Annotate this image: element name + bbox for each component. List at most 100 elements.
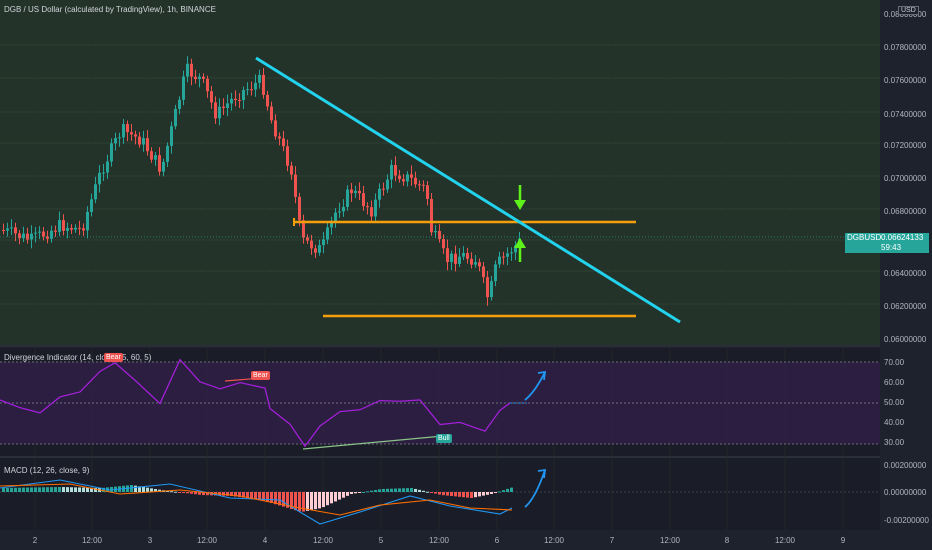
candle-body <box>150 151 153 160</box>
macd-histogram-bar <box>462 492 465 498</box>
candle-body <box>258 74 261 83</box>
candle-body <box>14 227 17 234</box>
chart-title: DGB / US Dollar (calculated by TradingVi… <box>4 5 216 14</box>
macd-histogram-bar <box>310 492 313 510</box>
candle-body <box>114 138 117 144</box>
candle-body <box>54 230 57 232</box>
candle-body <box>314 248 317 253</box>
candle-body <box>82 228 85 231</box>
time-tick: 9 <box>840 536 846 545</box>
time-tick: 5 <box>378 536 384 545</box>
candle-body <box>78 227 81 229</box>
time-tick: 2 <box>32 536 38 545</box>
macd-histogram-bar <box>254 492 257 500</box>
candle-body <box>234 98 237 101</box>
candle-body <box>42 231 45 237</box>
candle-body <box>202 76 205 79</box>
macd-histogram-bar <box>510 487 513 492</box>
price-tag-countdown: 59:43 <box>881 243 902 252</box>
macd-histogram-bar <box>454 492 457 497</box>
price-tick: 0.07400000 <box>884 110 927 119</box>
time-tick: 12:00 <box>774 536 796 545</box>
macd-line <box>0 479 513 525</box>
macd-histogram-bar <box>482 492 485 496</box>
candle-body <box>434 231 437 233</box>
candle-body <box>398 175 401 180</box>
candle-body <box>58 220 61 232</box>
candle-body <box>338 211 341 213</box>
candle-body <box>122 124 125 138</box>
macd-histogram-bar <box>474 492 477 498</box>
macd-histogram-bar <box>142 487 145 492</box>
macd-histogram-bar <box>2 487 5 492</box>
candle-body <box>230 98 233 104</box>
candle-body <box>394 164 397 176</box>
candle-body <box>270 106 273 121</box>
macd-tick: 0.00000000 <box>884 488 927 497</box>
macd-histogram-bar <box>418 489 421 492</box>
macd-histogram-bar <box>422 490 425 492</box>
candle-body <box>254 82 257 90</box>
candle-body <box>170 126 173 146</box>
macd-histogram-bar <box>498 491 501 493</box>
macd-histogram-bar <box>174 491 177 493</box>
candle-body <box>130 132 133 135</box>
macd-histogram-bar <box>194 492 197 495</box>
macd-histogram-bar <box>390 488 393 492</box>
bull-label: Bull <box>436 434 452 443</box>
candle-body <box>6 228 9 231</box>
time-tick: 7 <box>609 536 615 545</box>
candle-body <box>154 155 157 160</box>
candle-body <box>498 256 501 265</box>
macd-histogram-bar <box>406 488 409 492</box>
candle-body <box>478 262 481 267</box>
candle-body <box>466 253 469 259</box>
currency-badge[interactable]: USD <box>898 6 919 15</box>
macd-histogram-bar <box>494 492 497 493</box>
macd-histogram-bar <box>318 492 321 509</box>
candle-body <box>374 199 377 217</box>
candle-body <box>506 253 509 257</box>
macd-histogram-bar <box>490 492 493 494</box>
macd-histogram-bar <box>374 490 377 492</box>
macd-histogram-bar <box>430 492 433 493</box>
macd-histogram-bar <box>434 492 437 494</box>
candle-body <box>414 177 417 185</box>
candle-body <box>382 188 385 190</box>
macd-histogram-bar <box>354 492 357 494</box>
price-tick: 0.06200000 <box>884 302 927 311</box>
candle-body <box>266 94 269 107</box>
candle-body <box>246 89 249 91</box>
candle-body <box>346 189 349 207</box>
candle-body <box>430 198 433 233</box>
candle-body <box>294 174 297 197</box>
candle-body <box>406 174 409 182</box>
candle-body <box>210 91 213 103</box>
candle-body <box>350 189 353 194</box>
macd-histogram-bar <box>506 488 509 492</box>
candle-body <box>50 230 53 239</box>
candle-body <box>454 253 457 264</box>
candle-body <box>298 196 301 221</box>
candle-body <box>462 253 465 257</box>
macd-histogram-bar <box>58 487 61 492</box>
macd-histogram-bar <box>330 492 333 504</box>
macd-histogram-bar <box>18 487 21 492</box>
macd-histogram-bar <box>26 487 29 492</box>
candle-body <box>74 227 77 230</box>
macd-histogram-bar <box>314 492 317 510</box>
macd-histogram-bar <box>42 487 45 492</box>
rsi-title: Divergence Indicator (14, clo <box>4 353 106 362</box>
macd-histogram-bar <box>366 491 369 493</box>
candle-body <box>158 155 161 172</box>
candle-body <box>106 161 109 173</box>
candle-body <box>470 258 473 265</box>
candle-body <box>126 124 129 133</box>
candle-body <box>370 207 373 217</box>
macd-histogram-bar <box>470 492 473 498</box>
price-tick: 0.06800000 <box>884 207 927 216</box>
price-tick: 0.06400000 <box>884 269 927 278</box>
candle-body <box>422 184 425 186</box>
candle-body <box>410 174 413 178</box>
candle-body <box>186 63 189 77</box>
